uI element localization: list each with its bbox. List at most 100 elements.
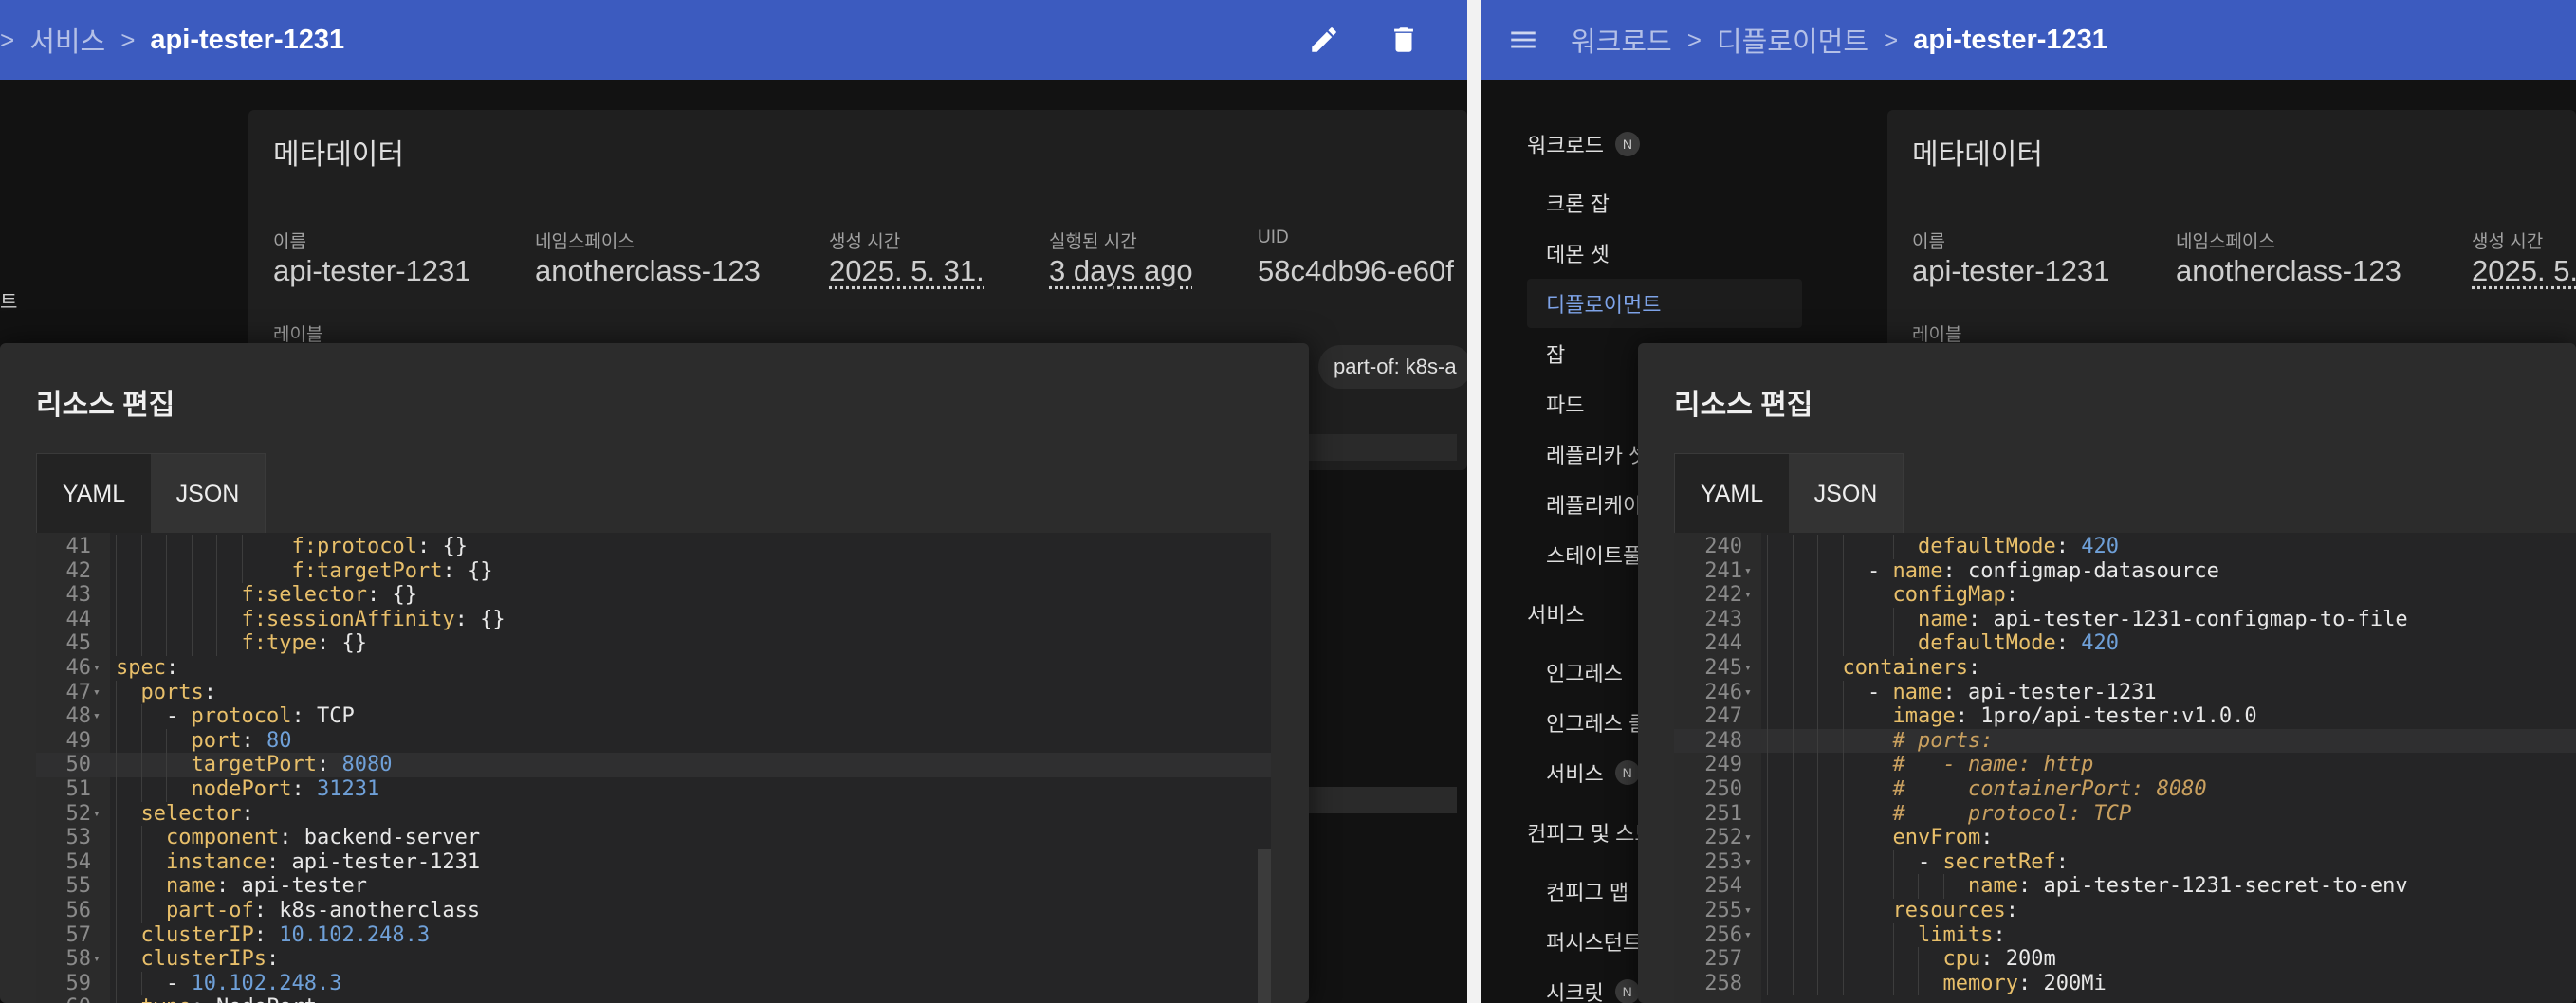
sidebar-group-config-storage[interactable]: 컨피그 및 스토: [1527, 817, 1654, 848]
indent-guide: [116, 753, 117, 777]
namespace-value[interactable]: anotherclass-123: [2176, 254, 2401, 288]
fold-toggle-icon[interactable]: ▾: [1744, 923, 1752, 948]
fold-toggle-icon[interactable]: ▾: [93, 802, 101, 827]
sidebar-group-workloads[interactable]: 워크로드 N: [1527, 129, 1640, 159]
code-line[interactable]: 45 f:type: {}: [36, 631, 1271, 656]
code-line[interactable]: 43 f:selector: {}: [36, 583, 1271, 608]
code-line[interactable]: 250 # containerPort: 8080: [1674, 777, 2576, 802]
code-line[interactable]: 53 component: backend-server: [36, 826, 1271, 850]
sidebar-fragment[interactable]: 트: [0, 286, 17, 314]
code-line[interactable]: 59 - 10.102.248.3: [36, 971, 1271, 996]
code-line[interactable]: 47 ▾ ports:: [36, 680, 1271, 705]
sidebar-item-daemonsets[interactable]: 데몬 셋: [1546, 238, 1610, 268]
indent-guide: [116, 826, 117, 850]
code-line[interactable]: 49 port: 80: [36, 728, 1271, 754]
code-line[interactable]: 54 instance: api-tester-1231: [36, 849, 1271, 875]
code-line[interactable]: 50 targetPort: 8080: [36, 753, 1271, 777]
code-line[interactable]: 254 name: api-tester-1231-secret-to-env: [1674, 874, 2576, 899]
editor-scrollbar[interactable]: [1258, 849, 1271, 1003]
fold-toggle-icon[interactable]: ▾: [1744, 559, 1752, 584]
code-line[interactable]: 48 ▾ - protocol: TCP: [36, 704, 1271, 729]
sidebar-item-pods[interactable]: 파드: [1546, 389, 1584, 419]
code-line[interactable]: 248 # ports:: [1674, 728, 2576, 754]
sidebar-item-configmaps[interactable]: 컨피그 맵: [1546, 876, 1628, 906]
code-text: component: backend-server: [166, 826, 481, 850]
sidebar-item-services[interactable]: 서비스 N: [1546, 757, 1640, 788]
namespace-value[interactable]: anotherclass-123: [535, 254, 761, 288]
code-line[interactable]: 242 ▾ configMap:: [1674, 583, 2576, 608]
code-text: # ports:: [1892, 728, 1994, 753]
sidebar-item-deployments[interactable]: 디플로이먼트: [1546, 288, 1661, 319]
yaml-editor[interactable]: 240 defaultMode: 420 241 ▾ - name: configmap…: [1674, 533, 2576, 1003]
fold-toggle-icon[interactable]: ▾: [93, 681, 101, 705]
tab-json[interactable]: JSON: [1789, 454, 1903, 534]
yaml-editor[interactable]: 41 f:protocol: {} 42 f:targetPort: {} 43 f:se…: [36, 533, 1271, 1003]
sidebar-item-replicasets[interactable]: 레플리카 셋: [1546, 439, 1647, 469]
sidebar-item-cronjobs[interactable]: 크론 잡: [1546, 188, 1610, 218]
code-line[interactable]: 257 cpu: 200m: [1674, 947, 2576, 972]
code-line[interactable]: 255 ▾ resources:: [1674, 899, 2576, 923]
sidebar-item-secrets[interactable]: 시크릿 N: [1546, 976, 1640, 1003]
code-line[interactable]: 60 type: NodePort: [36, 995, 1271, 1003]
tab-yaml[interactable]: YAML: [1675, 454, 1789, 534]
fold-toggle-icon[interactable]: ▾: [1744, 656, 1752, 681]
fold-toggle-icon[interactable]: ▾: [93, 656, 101, 681]
code-line[interactable]: 56 part-of: k8s-anotherclass: [36, 899, 1271, 923]
code-line[interactable]: 249 # - name: http: [1674, 753, 2576, 777]
indent-guide: [1817, 947, 1818, 972]
breadcrumb-item-services[interactable]: 서비스: [29, 20, 105, 60]
code-line[interactable]: 244 defaultMode: 420: [1674, 631, 2576, 656]
code-line[interactable]: 46 ▾ spec:: [36, 656, 1271, 681]
code-line[interactable]: 240 defaultMode: 420: [1674, 535, 2576, 559]
fold-toggle-icon[interactable]: ▾: [1744, 899, 1752, 923]
sidebar-item-replicationcontrollers[interactable]: 레플리케이: [1546, 489, 1642, 520]
code-line[interactable]: 253 ▾ - secretRef:: [1674, 849, 2576, 875]
right-window: 워크로드 > 디플로이먼트 > api-tester-1231 워크로드 N 크론…: [1481, 0, 2576, 1003]
fold-toggle-icon[interactable]: ▾: [93, 947, 101, 972]
code-line[interactable]: 245 ▾ containers:: [1674, 656, 2576, 681]
fold-toggle-icon[interactable]: ▾: [93, 704, 101, 729]
code-line[interactable]: 251 # protocol: TCP: [1674, 801, 2576, 827]
indent-guide: [1842, 922, 1844, 948]
sidebar-item-ingresses[interactable]: 인그레스: [1546, 657, 1623, 687]
code-line[interactable]: 44 f:sessionAffinity: {}: [36, 607, 1271, 632]
tab-yaml[interactable]: YAML: [37, 454, 151, 534]
indent-guide: [1892, 607, 1894, 632]
breadcrumb-item-workloads[interactable]: 워크로드: [1571, 20, 1672, 60]
breadcrumb-separator: >: [120, 25, 136, 54]
code-line[interactable]: 252 ▾ envFrom:: [1674, 826, 2576, 850]
sidebar-group-services[interactable]: 서비스: [1527, 598, 1585, 629]
line-number: 47: [65, 680, 92, 704]
code-line[interactable]: 258 memory: 200Mi: [1674, 971, 2576, 996]
fold-toggle-icon[interactable]: ▾: [1744, 826, 1752, 850]
delete-button[interactable]: [1381, 17, 1426, 63]
code-line[interactable]: 256 ▾ limits:: [1674, 922, 2576, 948]
fold-toggle-icon[interactable]: ▾: [1744, 681, 1752, 705]
code-line[interactable]: 58 ▾ clusterIPs:: [36, 947, 1271, 972]
fold-toggle-icon[interactable]: ▾: [1744, 583, 1752, 608]
code-line[interactable]: 42 f:targetPort: {}: [36, 558, 1271, 584]
sidebar-item-statefulsets[interactable]: 스테이트풀: [1546, 539, 1642, 570]
edit-button[interactable]: [1301, 17, 1347, 63]
code-line[interactable]: 57 clusterIP: 10.102.248.3: [36, 922, 1271, 948]
menu-button[interactable]: [1502, 19, 1544, 61]
sidebar-item-persistentvolumeclaims[interactable]: 퍼시스턴트: [1546, 926, 1642, 957]
code-line[interactable]: 52 ▾ selector:: [36, 801, 1271, 827]
code-line[interactable]: 247 image: 1pro/api-tester:v1.0.0: [1674, 704, 2576, 729]
code-line[interactable]: 41 f:protocol: {}: [36, 535, 1271, 559]
tab-json[interactable]: JSON: [151, 454, 265, 534]
code-line[interactable]: 241 ▾ - name: configmap-datasource: [1674, 558, 2576, 584]
indent-guide: [116, 947, 117, 972]
fold-toggle-icon[interactable]: ▾: [1744, 850, 1752, 875]
left-window: > 서비스 > api-tester-1231 트 메타데이터 이름 api-t…: [0, 0, 1467, 1003]
indent-guide: [191, 607, 193, 632]
code-line[interactable]: 51 nodePort: 31231: [36, 777, 1271, 802]
code-text: image: 1pro/api-tester:v1.0.0: [1892, 704, 2257, 729]
breadcrumb-item-deployments[interactable]: 디플로이먼트: [1717, 20, 1868, 60]
line-number: 246: [1704, 680, 1742, 704]
code-line[interactable]: 243 name: api-tester-1231-configmap-to-fi…: [1674, 607, 2576, 632]
code-line[interactable]: 246 ▾ - name: api-tester-1231: [1674, 680, 2576, 705]
sidebar-item-ingressclasses[interactable]: 인그레스 클: [1546, 707, 1647, 738]
sidebar-item-jobs[interactable]: 잡: [1546, 338, 1565, 369]
code-line[interactable]: 55 name: api-tester: [36, 874, 1271, 899]
